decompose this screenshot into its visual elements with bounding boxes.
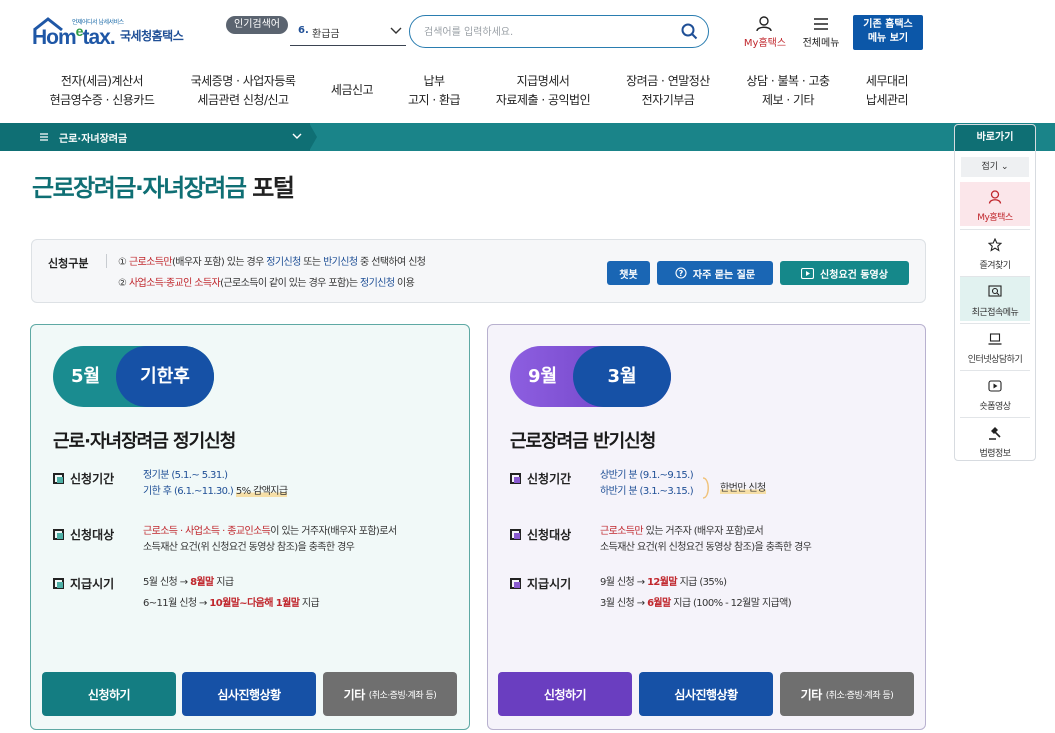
my-hometax-button[interactable]: My홈택스 xyxy=(738,16,792,49)
target-label: 신청대상 xyxy=(510,526,571,543)
menu-icon xyxy=(40,133,48,141)
search-box[interactable] xyxy=(409,15,709,48)
regular-status-button[interactable]: 심사진행상황 xyxy=(182,672,316,716)
period-pill: 9월 3월 xyxy=(510,346,671,407)
quick-item-internet-consult[interactable]: 인터넷상담하기 xyxy=(960,324,1030,368)
application-type-box: 신청구분 ① 근로소득만(배우자 포함) 있는 경우 정기신청 또는 반기신청 … xyxy=(31,239,926,303)
half-status-button[interactable]: 심사진행상황 xyxy=(639,672,773,716)
gnb-item-certificate[interactable]: 국세증명 · 사업자등록 세금관련 신청/신고 xyxy=(183,72,303,110)
all-menu-button[interactable]: 전체메뉴 xyxy=(798,16,844,49)
half-etc-button[interactable]: 기타 (취소·증빙·계좌 등) xyxy=(780,672,914,716)
target-value: 근로소득 · 사업소득 · 종교인소득이 있는 거주자(배우자 포함)로서 소득… xyxy=(143,526,397,553)
faq-button[interactable]: ? 자주 묻는 질문 xyxy=(657,261,773,285)
target-label: 신청대상 xyxy=(53,526,114,543)
payment-value-1: 9월 신청 → 12월말 지급 (35%) xyxy=(600,577,727,588)
card-title: 근로·자녀장려금 정기신청 xyxy=(53,431,236,452)
half-apply-button[interactable]: 신청하기 xyxy=(498,672,632,716)
question-icon: ? xyxy=(675,267,687,279)
card-title: 근로장려금 반기신청 xyxy=(510,431,656,452)
period-value: 상반기 분 (9.1.~9.15.) 하반기 분 (3.1.~3.15.) xyxy=(600,470,694,497)
period-value: 정기분 (5.1.~ 5.31.) 기한 후 (6.1.~11.30.) 5% … xyxy=(143,470,288,497)
recent-search-icon xyxy=(988,285,1002,297)
chevron-down-icon xyxy=(292,133,302,139)
breadcrumb-bar: 근로·자녀장려금 xyxy=(0,123,1055,151)
gnb-item-consulting[interactable]: 상담 · 불복 · 고충 제보 · 기타 xyxy=(738,72,838,110)
page-title: 근로장려금·자녀장려금 포털 xyxy=(32,174,295,202)
video-icon xyxy=(801,267,815,279)
payment-label: 지급시기 xyxy=(510,575,571,592)
quick-links-panel: 바로가기 접기 ⌄ My홈택스 즐겨찾기 최근접속메뉴 인터넷상담하기 숏폼영상… xyxy=(954,124,1036,461)
payment-value-2: 3월 신청 → 6월말 지급 (100% - 12월말 지급액) xyxy=(600,598,792,609)
svg-text:?: ? xyxy=(679,269,684,278)
quick-item-short-video[interactable]: 숏폼영상 xyxy=(960,371,1030,415)
chevron-down-icon xyxy=(390,27,402,34)
gnb-item-incentive[interactable]: 장려금 · 연말정산 전자기부금 xyxy=(619,72,717,110)
regular-etc-button[interactable]: 기타 (취소·증빙·계좌 등) xyxy=(323,672,457,716)
laptop-icon xyxy=(988,333,1002,345)
fold-button[interactable]: 접기 ⌄ xyxy=(961,157,1029,177)
popular-search-label: 인기검색어 xyxy=(226,16,288,34)
regular-apply-button[interactable]: 신청하기 xyxy=(42,672,176,716)
payment-value-1: 5월 신청 → 8월말 지급 xyxy=(143,577,234,588)
info-line-1: ① 근로소득만(배우자 포함) 있는 경우 정기신청 또는 반기신청 중 선택하… xyxy=(118,257,426,268)
old-hometax-menu-button[interactable]: 기존 홈택스 메뉴 보기 xyxy=(853,15,923,50)
hamburger-icon xyxy=(814,18,828,30)
target-value: 근로소득만 있는 거주자 (배우자 포함)로서 소득재산 요건(위 신청요건 동… xyxy=(600,526,812,553)
payment-value-2: 6~11월 신청 → 10월말~다음해 1월말 지급 xyxy=(143,598,320,609)
gnb-item-tax-agent[interactable]: 세무대리 납세관리 xyxy=(858,72,916,110)
period-note: 한번만 신청 xyxy=(720,483,766,494)
regular-application-card: 5월 기한후 근로·자녀장려금 정기신청 신청기간 정기분 (5.1.~ 5.3… xyxy=(30,324,470,730)
period-label: 신청기간 xyxy=(510,470,571,487)
gavel-icon xyxy=(989,427,1001,440)
gnb-item-e-invoice[interactable]: 전자(세금)계산서 현금영수증 · 신용카드 xyxy=(46,72,158,110)
star-icon xyxy=(988,238,1002,252)
chatbot-button[interactable]: 챗봇 xyxy=(607,261,650,285)
gnb-item-payment[interactable]: 납부 고지 · 환급 xyxy=(400,72,468,110)
play-icon xyxy=(988,380,1002,392)
gnb-item-tax-return[interactable]: 세금신고 xyxy=(326,81,378,100)
period-pill: 5월 기한후 xyxy=(53,346,214,407)
breadcrumb[interactable]: 근로·자녀장려금 xyxy=(0,123,310,151)
user-icon xyxy=(756,16,772,32)
search-input[interactable] xyxy=(424,23,664,41)
quick-item-favorites[interactable]: 즐겨찾기 xyxy=(960,230,1030,274)
quick-item-my-hometax[interactable]: My홈택스 xyxy=(960,182,1030,226)
quick-item-recent-menu[interactable]: 최근접속메뉴 xyxy=(960,277,1030,321)
half-year-application-card: 9월 3월 근로장려금 반기신청 신청기간 상반기 분 (9.1.~9.15.)… xyxy=(487,324,926,730)
requirement-video-button[interactable]: 신청요건 동영상 xyxy=(780,261,909,285)
quick-item-law-info[interactable]: 법령정보 xyxy=(960,418,1030,460)
gnb-item-payment-statement[interactable]: 지급명세서 자료제출 · 공익법인 xyxy=(487,72,599,110)
search-icon[interactable] xyxy=(681,23,698,40)
bracket-icon xyxy=(702,477,709,499)
info-line-2: ② 사업소득·종교인 소득자(근로소득이 같이 있는 경우 포함)는 정기신청 … xyxy=(118,278,415,289)
payment-label: 지급시기 xyxy=(53,575,114,592)
popular-search-select[interactable]: 6. 환급금 xyxy=(290,18,406,46)
period-label: 신청기간 xyxy=(53,470,114,487)
user-icon xyxy=(988,190,1002,204)
quick-links-title: 바로가기 xyxy=(955,125,1035,151)
hometax-logo[interactable]: 언제어디서 납세서비스 Hometax. 국세청홈택스 xyxy=(32,16,184,50)
